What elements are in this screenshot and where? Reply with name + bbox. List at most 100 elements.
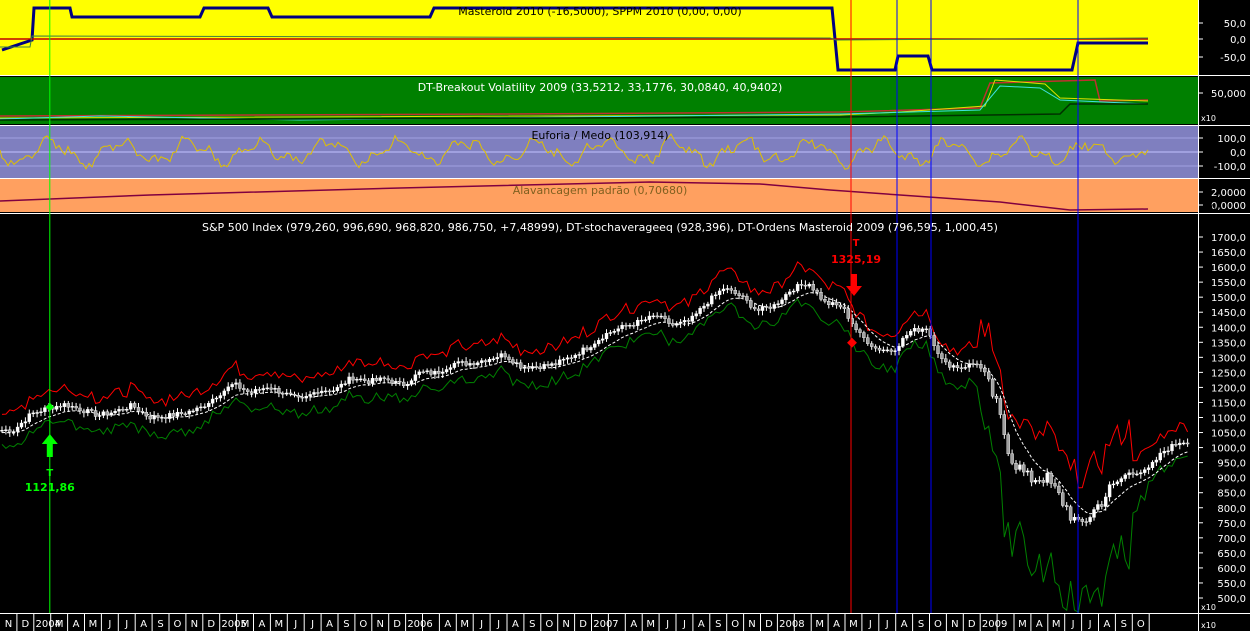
candle-body <box>815 289 819 293</box>
sell-signal-price: 1325,19 <box>831 253 881 266</box>
candle-body <box>811 284 815 291</box>
candle-body <box>1139 472 1143 475</box>
candle-body <box>1041 480 1046 483</box>
main-title: S&P 500 Index (979,260, 996,690, 968,820… <box>202 221 998 234</box>
month-label: 2007 <box>593 619 618 630</box>
candle-body <box>659 315 663 318</box>
candle-body <box>975 363 979 366</box>
candle-body <box>210 398 215 404</box>
candle-body <box>503 353 507 358</box>
candle-body <box>460 361 464 363</box>
month-label: S <box>529 619 535 630</box>
candle-body <box>8 429 12 433</box>
month-label: S <box>1121 619 1127 630</box>
candle-body <box>823 299 827 302</box>
candle-body <box>269 387 273 390</box>
candle-body <box>175 411 180 417</box>
month-label: J <box>1088 619 1092 630</box>
candle-body <box>402 381 406 387</box>
month-label: A <box>73 619 80 630</box>
candle-body <box>542 364 546 369</box>
candle-body <box>624 324 628 327</box>
month-label: D <box>21 619 29 630</box>
candle-body <box>967 363 971 368</box>
breakout-scale-label: x10 <box>1201 114 1216 123</box>
candle-body <box>394 380 398 384</box>
month-label: J <box>665 619 669 630</box>
candle-body <box>1166 450 1170 453</box>
candle-body <box>1092 509 1096 518</box>
candle-body <box>366 380 371 384</box>
candle-body <box>643 319 648 321</box>
candle-body <box>312 392 316 395</box>
candle-body <box>43 407 47 412</box>
candle-body <box>105 411 110 416</box>
candle-body <box>15 426 20 432</box>
month-label: J <box>1071 619 1075 630</box>
candle-body <box>27 413 31 422</box>
price-tick-label: 1300,0 <box>1211 353 1246 364</box>
price-tick-label: 1000,0 <box>1211 444 1246 455</box>
candle-body <box>948 361 952 368</box>
candle-body <box>550 363 554 366</box>
candle-body <box>647 315 652 320</box>
candle-body <box>1088 517 1092 522</box>
candle-body <box>706 303 710 307</box>
price-tick-label: 500,0 <box>1217 594 1246 605</box>
candle-body <box>238 382 242 389</box>
month-label: M <box>646 619 655 630</box>
candle-body <box>838 304 843 308</box>
candle-body <box>19 422 24 428</box>
candle-body <box>324 390 328 393</box>
alavancagem-title: Alavancagem padrão (0,70680) <box>513 184 688 197</box>
candle-body <box>499 353 503 358</box>
candle-body <box>842 306 847 309</box>
candle-body <box>148 415 152 420</box>
candle-body <box>136 407 141 412</box>
candle-body <box>199 406 203 409</box>
candle-body <box>195 407 199 412</box>
price-tick-label: 1100,0 <box>1211 414 1246 425</box>
candle-body <box>959 367 964 369</box>
breakout-tick-label: 50,000 <box>1211 89 1246 100</box>
candle-body <box>620 324 624 329</box>
candle-body <box>866 337 870 344</box>
price-tick-label: 550,0 <box>1217 579 1246 590</box>
candle-body <box>733 290 737 294</box>
month-label: J <box>310 619 314 630</box>
month-label: O <box>934 619 942 630</box>
euforia-title: Euforia / Medo (103,914) <box>531 129 668 142</box>
candle-body <box>253 389 258 394</box>
candle-body <box>0 429 4 432</box>
candle-body <box>858 329 862 333</box>
month-label: A <box>1104 619 1111 630</box>
candle-body <box>308 394 312 397</box>
trading-chart: T 1121,86 T 1325,19 1700,0 1650,0 1600,0 1550,… <box>0 0 1250 631</box>
month-label: J <box>124 619 128 630</box>
price-tick-label: 1050,0 <box>1211 429 1246 440</box>
masteroid-tick-label: -50,0 <box>1220 53 1246 64</box>
candle-body <box>963 367 967 369</box>
month-label: 2006 <box>407 619 432 630</box>
candle <box>990 377 995 399</box>
candle-body <box>257 389 262 391</box>
sell-signal-letter: T <box>853 238 860 249</box>
price-tick-label: 1200,0 <box>1211 383 1246 394</box>
masteroid-title: Masteroid 2010 (-16,5000), SPPM 2010 (0,… <box>458 5 741 18</box>
candle-body <box>429 370 433 375</box>
candle-body <box>675 323 679 326</box>
candle-body <box>831 302 835 305</box>
candle-body <box>667 318 671 324</box>
candle-body <box>784 294 788 301</box>
candle-body <box>569 357 574 359</box>
candle-body <box>480 360 484 363</box>
candle-body <box>128 403 133 410</box>
candle-body <box>472 363 476 366</box>
candle-body <box>121 409 125 411</box>
month-label: 2008 <box>779 619 804 630</box>
alavancagem-tick-label: 0,0000 <box>1211 201 1246 212</box>
price-tick-label: 950,0 <box>1217 459 1246 470</box>
time-scale-label: x10 <box>1201 621 1216 630</box>
candle-body <box>604 333 609 340</box>
month-label: J <box>496 619 500 630</box>
